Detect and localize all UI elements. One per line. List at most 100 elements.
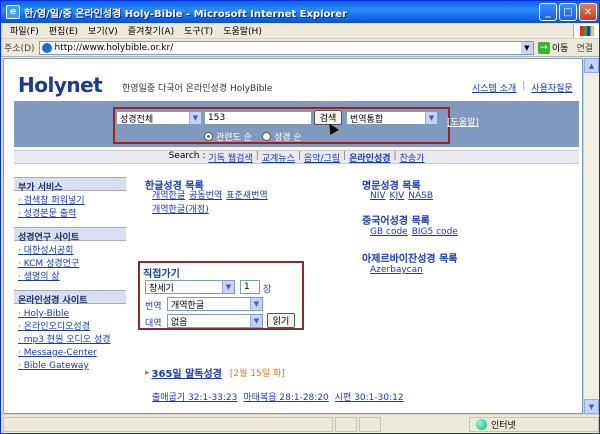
sidebar-item-message-center[interactable]: Message-Center <box>18 347 126 360</box>
help-link[interactable]: [도움말] <box>447 115 479 128</box>
sidebar-heading-extra: 부가 서비스 <box>14 177 126 193</box>
compare-label: 대역 <box>145 319 162 329</box>
chevron-down-icon: ▼ <box>189 112 201 124</box>
sidebar-item-print[interactable]: 성경본문 출력 <box>18 208 126 221</box>
menu-view[interactable]: 보기(V) <box>83 24 123 37</box>
radio-dot-selected <box>204 132 213 141</box>
direct-version-select[interactable]: 개역한글 ▼ <box>167 297 263 311</box>
famous-bible-link[interactable]: KJV <box>390 190 405 202</box>
maximize-button[interactable]: □ <box>559 3 577 21</box>
menu-edit[interactable]: 편집(E) <box>44 24 83 37</box>
translation-mode-select[interactable]: 번역통합 ▼ <box>346 111 438 125</box>
browser-window: e 한/영/일/중 온라인성경 Holy-Bible - Microsoft I… <box>0 0 600 434</box>
sidebar-item-audio[interactable]: 온라인오디오성경 <box>18 321 126 334</box>
famous-bible-link[interactable]: NIV <box>370 190 386 202</box>
chinese-bible-link[interactable]: GB code <box>370 226 408 238</box>
sidebar-item-mp3[interactable]: mp3 현원 오디오 성경 <box>18 334 126 347</box>
search-nav: Search : 기독 웹검색 | 교계뉴스 | 음악/그림 | 온라인성경 |… <box>14 150 579 164</box>
nav-hymns[interactable]: 찬송가 <box>400 151 425 164</box>
links-button[interactable]: 연결 <box>576 41 593 54</box>
menu-file[interactable]: 파일(F) <box>5 24 44 37</box>
search-input[interactable]: 153 <box>204 111 312 125</box>
chapter-suffix: 장 <box>263 285 272 295</box>
separator: | <box>522 81 526 91</box>
arrow-right-icon: ▸ <box>145 367 150 378</box>
menu-tools[interactable]: 도구(T) <box>179 24 218 37</box>
sidebar-item-bible-gateway[interactable]: Bible Gateway <box>18 360 126 373</box>
title-bar[interactable]: e 한/영/일/중 온라인성경 Holy-Bible - Microsoft I… <box>1 1 599 23</box>
sidebar-item-life[interactable]: 생명의 삶 <box>18 271 126 284</box>
direct-version-value: 개역한글 <box>171 300 205 311</box>
go-arrow-icon: → <box>537 41 550 54</box>
security-zone: 인터넷 <box>469 416 599 432</box>
address-label: 주소(D) <box>4 44 35 54</box>
reading-link-matthew[interactable]: 마태복음 28:1-28:20 <box>243 390 328 403</box>
sidebar-item-holy-bible[interactable]: Holy-Bible <box>18 308 126 321</box>
book-select[interactable]: 창세기 ▼ <box>145 280 235 294</box>
azerbaijani-bibles-heading[interactable]: 아제르바이잔성경 목록 <box>362 250 457 265</box>
site-logo[interactable]: Holynet <box>18 73 103 97</box>
daily-reading: ▸ 365일 말독성경 [2월 15일 화] <box>145 365 285 381</box>
chapter-input[interactable]: 1 <box>240 280 260 294</box>
reading-link-psalms[interactable]: 시편 30:1-30:12 <box>335 390 404 403</box>
page-viewport: Holynet 한영일중 다국어 온라인성경 HolyBible 시스템 소개 … <box>3 58 583 414</box>
chevron-down-icon: ▼ <box>222 281 234 293</box>
nav-web-search[interactable]: 기독 웹검색 <box>208 151 252 164</box>
system-intro-link[interactable]: 시스템 소개 <box>472 81 516 94</box>
radio-dot <box>261 132 271 141</box>
windows-flag-icon <box>573 23 599 38</box>
bible-version-select[interactable]: 성경전체 ▼ <box>116 111 202 125</box>
nav-news[interactable]: 교계뉴스 <box>262 151 295 164</box>
chinese-bibles-heading[interactable]: 중국어성경 목록 <box>362 212 430 227</box>
compare-select[interactable]: 없음 ▼ <box>167 314 263 328</box>
minimize-button[interactable]: _ <box>539 3 557 21</box>
famous-bibles-list: NIV KJV NASB <box>370 190 433 202</box>
ie-icon: e <box>6 5 20 19</box>
menu-help[interactable]: 도움말(H) <box>218 24 267 37</box>
radio-relevance[interactable]: 관련도 순 <box>204 130 252 143</box>
korean-bible-link[interactable]: 개역한글(개정) <box>152 204 209 216</box>
sidebar-item-embed-search[interactable]: 검색창 퍼워넣기 <box>18 195 126 208</box>
address-input[interactable]: http://www.holybible.or.kr/ ▼ <box>38 40 534 55</box>
scroll-down-icon[interactable]: ▼ <box>584 399 599 414</box>
read-button[interactable]: 읽기 <box>267 313 295 328</box>
sidebar: 부가 서비스 검색창 퍼워넣기 성경본문 출력 성경연구 사이트 대한성서공회 … <box>14 177 126 379</box>
menu-bar: 파일(F) 편집(E) 보기(V) 즐겨찾기(A) 도구(T) 도움말(H) <box>1 23 599 39</box>
status-bar: 인터넷 <box>1 414 599 433</box>
daily-reading-title[interactable]: 365일 말독성경 <box>152 365 222 380</box>
search-button[interactable]: 검색 <box>314 110 342 125</box>
menu-favorites[interactable]: 즐겨찾기(A) <box>123 24 179 37</box>
chevron-down-icon[interactable]: ▼ <box>520 41 533 54</box>
korean-bible-link[interactable]: 공동번역 <box>189 190 222 202</box>
azerbaijani-bibles-list: Azerbaycan <box>370 264 423 276</box>
go-button[interactable]: → 이동 <box>537 41 568 54</box>
nav-music[interactable]: 음악/그림 <box>304 151 340 164</box>
status-text-area <box>3 416 333 432</box>
bible-version-value: 성경전체 <box>120 114 154 125</box>
chinese-bibles-list: GB code BIG5 code <box>370 226 458 238</box>
chevron-down-icon: ▼ <box>250 315 262 327</box>
translation-mode-value: 번역통합 <box>350 114 384 125</box>
korean-bible-link[interactable]: 개역한글 <box>152 190 185 202</box>
korean-bible-link[interactable]: 표준새번역 <box>226 190 267 202</box>
radio-bible-order[interactable]: 성경 순 <box>261 130 302 143</box>
sort-radios: 관련도 순 성경 순 <box>204 130 302 143</box>
radio-relevance-label: 관련도 순 <box>216 133 252 143</box>
chinese-bible-link[interactable]: BIG5 code <box>412 226 458 238</box>
sidebar-item-kcm[interactable]: KCM 성경연구 <box>18 258 126 271</box>
globe-icon <box>476 418 487 430</box>
reading-link-exodus[interactable]: 출애굽기 32:1-33:23 <box>152 390 237 403</box>
user-questions-link[interactable]: 사용자질문 <box>531 81 572 94</box>
famous-bible-link[interactable]: NASB <box>408 190 433 202</box>
sidebar-item-bible-society[interactable]: 대한성서공회 <box>18 245 126 258</box>
address-bar: 주소(D) http://www.holybible.or.kr/ ▼ → 이동… <box>1 39 599 57</box>
azerbaijani-bible-link[interactable]: Azerbaycan <box>370 264 423 276</box>
scroll-up-icon[interactable]: ▲ <box>584 58 599 73</box>
search-nav-label: Search : <box>168 150 206 161</box>
status-segment <box>335 416 357 432</box>
close-button[interactable]: ✕ <box>579 3 597 21</box>
chevron-down-icon: ▼ <box>425 112 437 124</box>
chevron-down-icon: ▼ <box>250 298 262 310</box>
vertical-scrollbar[interactable]: ▲ ▼ <box>583 58 599 414</box>
nav-online-bible[interactable]: 온라인성경 <box>349 151 390 164</box>
